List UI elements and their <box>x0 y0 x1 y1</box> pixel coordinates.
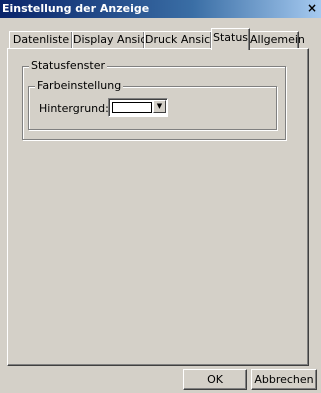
statusfenster-label: Statusfenster <box>29 59 107 72</box>
farbeinstellung-label: Farbeinstellung <box>35 79 124 92</box>
background-color-swatch <box>112 102 152 113</box>
close-icon[interactable]: × <box>305 2 319 15</box>
ok-button[interactable]: OK <box>183 369 247 390</box>
hintergrund-label: Hintergrund: <box>39 102 109 115</box>
statusfenster-group: Statusfenster Farbeinstellung Hintergrun… <box>22 60 286 140</box>
tab-status[interactable]: Status <box>211 28 250 50</box>
cancel-button[interactable]: Abbrechen <box>251 369 317 390</box>
tab-allgemein[interactable]: Allgemein <box>249 31 305 49</box>
background-color-picker[interactable]: ▼ <box>108 98 168 117</box>
chevron-down-icon[interactable]: ▼ <box>153 100 166 113</box>
window-title: Einstellung der Anzeige <box>2 2 150 15</box>
tab-panel-status: Statusfenster Farbeinstellung Hintergrun… <box>7 48 309 366</box>
farbeinstellung-group: Farbeinstellung Hintergrund: ▼ <box>28 80 277 130</box>
tab-datenliste[interactable]: Datenliste <box>9 31 73 49</box>
tab-druck-ansicht[interactable]: Druck Ansicht <box>144 31 222 49</box>
tab-display-ansicht[interactable]: Display Ansicht <box>72 31 158 49</box>
title-bar: Einstellung der Anzeige × <box>0 0 321 18</box>
